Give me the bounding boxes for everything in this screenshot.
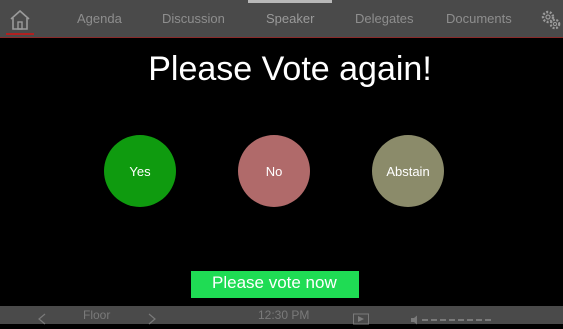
tab-speaker[interactable]: Speaker (247, 0, 334, 37)
tab-settings[interactable] (540, 9, 562, 31)
next-channel-icon[interactable] (146, 310, 158, 328)
vote-now-text: Please vote now (212, 273, 337, 292)
tab-home[interactable] (6, 9, 34, 35)
vote-no-button[interactable]: No (238, 135, 310, 207)
vote-abstain-label: Abstain (386, 163, 430, 179)
tab-discussion[interactable]: Discussion (162, 0, 225, 37)
clock-time: 12:30 PM (258, 308, 310, 322)
home-icon (10, 9, 30, 30)
page-title: Please Vote again! (148, 50, 432, 88)
tab-documents[interactable]: Documents (446, 0, 512, 37)
gear-icon (541, 10, 561, 30)
vote-yes-label: Yes (129, 163, 151, 179)
vote-no-label: No (265, 163, 283, 179)
tab-agenda[interactable]: Agenda (77, 0, 122, 37)
volume-level-icon[interactable] (410, 311, 498, 329)
vote-yes-button[interactable]: Yes (104, 135, 176, 207)
prev-channel-icon[interactable] (36, 310, 48, 328)
tab-delegates[interactable]: Delegates (355, 0, 414, 37)
channel-label: Floor (83, 308, 111, 322)
vote-abstain-button[interactable]: Abstain (372, 135, 444, 207)
screen-icon[interactable] (353, 310, 369, 328)
